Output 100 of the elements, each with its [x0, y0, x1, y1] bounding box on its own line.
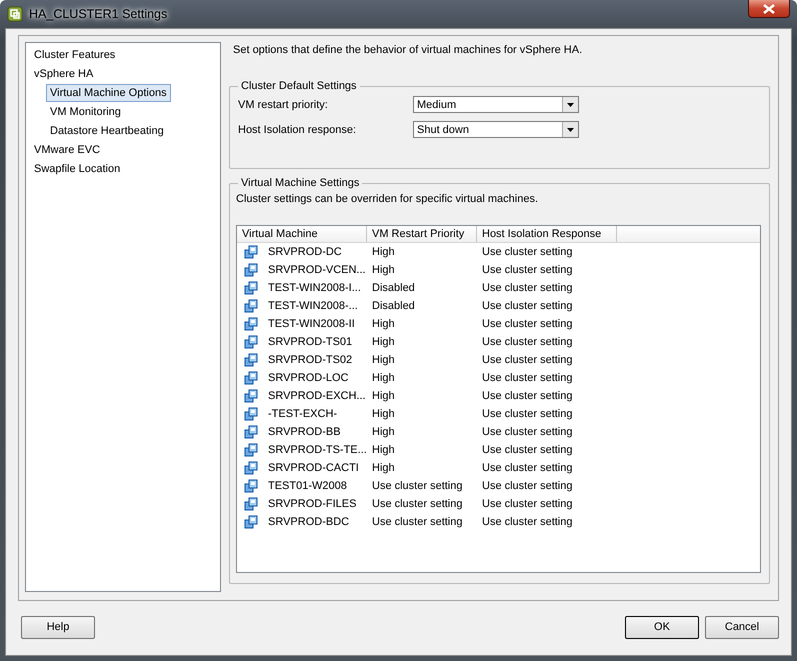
column-header[interactable]: Virtual Machine [237, 226, 367, 242]
table-row[interactable]: SRVPROD-FILES Use cluster setting Use cluster setting [237, 495, 760, 513]
virtual-machine-icon [244, 425, 258, 439]
table-cell-text: Use cluster setting [481, 264, 574, 276]
virtual-machine-icon [244, 497, 258, 511]
table-cell: TEST-WIN2008-II [268, 318, 355, 330]
table-cell: SRVPROD-CACTI [268, 462, 359, 474]
close-button[interactable] [748, 0, 790, 18]
table-cell: SRVPROD-TS-TE... [268, 444, 367, 456]
table-row[interactable]: TEST01-W2008 Use cluster setting Use cluster setting [237, 477, 760, 495]
table-cell: SRVPROD-DC [268, 246, 342, 258]
virtual-machine-icon [244, 515, 258, 529]
table-cell-text: Use cluster setting [481, 408, 574, 420]
table-cell-text: Disabled [371, 282, 416, 294]
table-cell-text: Use cluster setting [481, 300, 574, 312]
table-row[interactable]: SRVPROD-DC High Use cluster setting [237, 243, 760, 261]
caret-icon [562, 122, 578, 137]
dropdown[interactable]: Shut down [413, 121, 579, 138]
virtual-machine-icon [244, 299, 258, 313]
table-cell-text: Use cluster setting [481, 282, 574, 294]
table-cell: SRVPROD-EXCH... [268, 390, 366, 402]
table-cell-text: Use cluster setting [481, 372, 574, 384]
table-cell-text: Use cluster setting [371, 516, 464, 528]
help-button[interactable]: Help [21, 616, 95, 638]
table-row[interactable]: SRVPROD-TS01 High Use cluster setting [237, 333, 760, 351]
table-row[interactable]: TEST-WIN2008-I... Disabled Use cluster setting [237, 279, 760, 297]
virtual-machine-icon [244, 335, 258, 349]
table-cell: SRVPROD-VCEN... [268, 264, 366, 276]
table-cell-text: Disabled [371, 300, 416, 312]
caret-icon [562, 97, 578, 112]
dropdown[interactable]: Medium [413, 96, 579, 113]
table-cell: -TEST-EXCH- [268, 408, 338, 420]
column-header[interactable]: Host Isolation Response [477, 226, 617, 242]
close-icon [763, 4, 775, 14]
table-cell-text: High [371, 246, 396, 258]
field-label: VM restart priority: [238, 98, 329, 110]
ok-button[interactable]: OK [625, 616, 699, 638]
table-cell-text: High [371, 408, 396, 420]
tree-item[interactable]: VMware EVC [30, 141, 104, 159]
virtual-machine-icon [244, 371, 258, 385]
table-row[interactable]: SRVPROD-CACTI High Use cluster setting [237, 459, 760, 477]
window-title: HA_CLUSTER1 Settings [29, 7, 168, 21]
table-cell-text: High [371, 336, 396, 348]
virtual-machine-icon [244, 353, 258, 367]
virtual-machine-icon [244, 263, 258, 277]
virtual-machine-icon [244, 245, 258, 259]
virtual-machine-icon [244, 389, 258, 403]
table-cell: SRVPROD-FILES [268, 498, 356, 510]
table-cell: SRVPROD-BB [268, 426, 341, 438]
tree-item[interactable]: Datastore Heartbeating [46, 122, 168, 140]
tree-item[interactable]: VM Monitoring [46, 103, 125, 121]
field-label: Host Isolation response: [238, 124, 358, 136]
tree-item[interactable]: Virtual Machine Options [46, 84, 171, 102]
table-cell-text: High [371, 444, 396, 456]
table-cell-text: Use cluster setting [481, 516, 574, 528]
note-text: Cluster settings can be overriden for specific virtual machines. [236, 193, 540, 205]
table-row[interactable]: SRVPROD-BB High Use cluster setting [237, 423, 760, 441]
table-row[interactable]: SRVPROD-BDC Use cluster setting Use cluster setting [237, 513, 760, 531]
table-cell-text: High [371, 372, 396, 384]
table-cell-text: Use cluster setting [481, 498, 574, 510]
table-cell: SRVPROD-TS01 [268, 336, 352, 348]
table-row[interactable]: -TEST-EXCH- High Use cluster setting [237, 405, 760, 423]
table-cell-text: High [371, 318, 396, 330]
table-row[interactable]: SRVPROD-TS02 High Use cluster setting [237, 351, 760, 369]
virtual-machine-icon [244, 461, 258, 475]
column-header[interactable]: VM Restart Priority [367, 226, 477, 242]
table-cell: SRVPROD-TS02 [268, 354, 352, 366]
table-cell: TEST-WIN2008-... [268, 300, 358, 312]
table-cell: SRVPROD-BDC [268, 516, 350, 528]
tree-item[interactable]: Swapfile Location [30, 160, 124, 178]
table-cell-text: High [371, 354, 396, 366]
tree-item[interactable]: vSphere HA [30, 65, 98, 83]
group-title: Virtual Machine Settings [240, 177, 360, 189]
table-row[interactable]: SRVPROD-TS-TE... High Use cluster setting [237, 441, 760, 459]
table-cell-text: Use cluster setting [371, 480, 464, 492]
table-cell-text: Use cluster setting [481, 390, 574, 402]
table-cell: TEST01-W2008 [268, 480, 347, 492]
group-title: Cluster Default Settings [240, 80, 358, 92]
table-row[interactable]: SRVPROD-EXCH... High Use cluster setting [237, 387, 760, 405]
virtual-machine-icon [244, 281, 258, 295]
table-row[interactable]: TEST-WIN2008-... Disabled Use cluster setting [237, 297, 760, 315]
table-cell-text: High [371, 426, 396, 438]
table-cell-text: Use cluster setting [481, 462, 574, 474]
table-cell-text: Use cluster setting [481, 354, 574, 366]
table-row[interactable]: TEST-WIN2008-II High Use cluster setting [237, 315, 760, 333]
cancel-button[interactable]: Cancel [705, 616, 779, 638]
table-cell-text: Use cluster setting [481, 336, 574, 348]
virtual-machine-icon [244, 317, 258, 331]
virtual-machine-icon [244, 407, 258, 421]
table-cell-text: Use cluster setting [371, 498, 464, 510]
table-cell-text: Use cluster setting [481, 246, 574, 258]
table-row[interactable]: SRVPROD-LOC High Use cluster setting [237, 369, 760, 387]
table-cell-text: High [371, 264, 396, 276]
table-cell-text: Use cluster setting [481, 444, 574, 456]
table-row[interactable]: SRVPROD-VCEN... High Use cluster setting [237, 261, 760, 279]
tree-item[interactable]: Cluster Features [30, 46, 120, 64]
virtual-machine-icon [244, 479, 258, 493]
table-cell-text: Use cluster setting [481, 318, 574, 330]
table-cell: SRVPROD-LOC [268, 372, 348, 384]
app-icon [7, 6, 23, 22]
